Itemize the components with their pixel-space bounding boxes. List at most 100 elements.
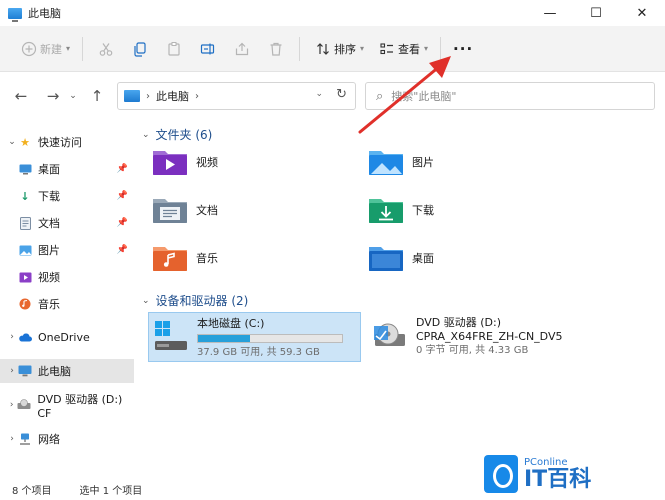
videos-folder-icon [152, 147, 188, 177]
dvd-drive-icon [372, 318, 408, 354]
drive-name: DVD 驱动器 (D:) [416, 316, 502, 329]
drives-group-title: 设备和驱动器 (2) [155, 294, 249, 308]
view-button[interactable]: 查看 ▾ [370, 33, 434, 65]
sidebar-item-label: 音乐 [38, 298, 60, 311]
pconline-watermark: PConline IT百科 [484, 452, 660, 496]
sort-button[interactable]: 排序 ▾ [306, 33, 370, 65]
new-button[interactable]: 新建 ▾ [12, 33, 76, 65]
sort-label: 排序 [334, 42, 357, 56]
folder-documents[interactable]: 文档 [152, 190, 352, 230]
folders-group-header[interactable]: ⌄ 文件夹 (6) [142, 126, 212, 143]
video-icon [18, 270, 32, 284]
sidebar-item-downloads[interactable]: ↓ 下载 📌 [0, 184, 134, 208]
cloud-icon [18, 330, 32, 344]
up-button[interactable]: ↑ [84, 83, 110, 109]
folder-pictures[interactable]: 图片 [368, 142, 568, 182]
dvd-drive-icon [17, 398, 31, 412]
chevron-down-icon[interactable]: ⌄ [6, 137, 18, 147]
chevron-down-icon[interactable]: ⌄ [315, 89, 323, 99]
sidebar-item-onedrive[interactable]: › OneDrive [0, 325, 134, 349]
drive-d[interactable]: DVD 驱动器 (D:) CPRA_X64FRE_ZH-CN_DV5 0 字节 … [368, 312, 588, 362]
share-icon [231, 38, 253, 60]
search-icon: ⌕ [376, 88, 384, 104]
refresh-icon[interactable]: ↻ [336, 87, 347, 102]
pin-icon: 📌 [116, 218, 128, 228]
folders-group-title: 文件夹 (6) [155, 128, 213, 142]
paste-button[interactable] [157, 33, 191, 65]
sidebar-item-pictures[interactable]: 图片 📌 [0, 238, 134, 262]
drives-group-header[interactable]: ⌄ 设备和驱动器 (2) [142, 292, 248, 309]
sort-icon [312, 38, 334, 60]
view-layout-icon [376, 38, 398, 60]
arrow-left-icon: ← [14, 87, 28, 105]
folder-videos[interactable]: 视频 [152, 142, 352, 182]
sidebar-item-label: 桌面 [38, 163, 60, 176]
search-input[interactable]: ⌕ 搜索"此电脑" [365, 82, 655, 110]
pictures-folder-icon [368, 147, 404, 177]
chevron-right-icon[interactable]: › [195, 91, 199, 102]
folder-desktop[interactable]: 桌面 [368, 238, 568, 278]
separator [440, 36, 442, 61]
arrow-up-icon: ↑ [90, 87, 104, 105]
pin-icon: 📌 [116, 164, 128, 174]
content-pane: ⌄ 文件夹 (6) 视频 图片 文档 下载 音乐 桌面 ⌄ 设备和驱动器 (2)… [134, 120, 665, 478]
desktop-folder-icon [368, 243, 404, 273]
drive-c[interactable]: 本地磁盘 (C:) 37.9 GB 可用, 共 59.3 GB [148, 312, 361, 362]
watermark-site: PConline [524, 456, 568, 468]
close-button[interactable]: ✕ [619, 0, 665, 26]
sidebar-item-network[interactable]: › 网络 [0, 427, 134, 451]
more-options-button[interactable]: ··· [447, 33, 479, 65]
this-pc-icon [124, 90, 140, 102]
sidebar-item-desktop[interactable]: 桌面 📌 [0, 157, 134, 181]
trash-icon [265, 38, 287, 60]
back-button[interactable]: ← [8, 83, 34, 109]
sidebar-item-this-pc[interactable]: › 此电脑 [0, 359, 134, 383]
view-label: 查看 [398, 42, 421, 56]
forward-button[interactable]: → [40, 83, 66, 109]
sidebar-item-quick-access[interactable]: ⌄ ★ 快速访问 [0, 130, 134, 154]
drive-name: 本地磁盘 (C:) [197, 317, 265, 330]
chevron-down-icon[interactable]: ⌄ [142, 296, 150, 306]
minimize-button[interactable]: — [527, 0, 573, 26]
chevron-down-icon[interactable]: ⌄ [142, 130, 150, 140]
this-pc-app-icon [8, 7, 22, 22]
chevron-right-icon[interactable]: › [6, 434, 18, 444]
sidebar-item-dvd-drive[interactable]: › DVD 驱动器 (D:) CF [0, 393, 134, 420]
sidebar-item-music[interactable]: 音乐 [0, 292, 134, 316]
share-button[interactable] [225, 33, 259, 65]
address-bar[interactable]: › 此电脑 › ⌄ ↻ [117, 82, 356, 110]
arrow-right-icon: → [46, 87, 60, 105]
chevron-down-icon: ▾ [66, 44, 71, 53]
folder-music[interactable]: 音乐 [152, 238, 352, 278]
delete-button[interactable] [259, 33, 293, 65]
folder-label: 下载 [412, 204, 434, 217]
cut-button[interactable] [89, 33, 123, 65]
more-dots-icon: ··· [453, 39, 474, 58]
copy-button[interactable] [123, 33, 157, 65]
sidebar-item-label: 视频 [38, 271, 60, 284]
sidebar-item-label: 此电脑 [38, 365, 71, 378]
rename-button[interactable] [191, 33, 225, 65]
breadcrumb-this-pc[interactable]: 此电脑 [156, 88, 189, 104]
star-icon: ★ [20, 135, 30, 149]
documents-folder-icon [152, 195, 188, 225]
sidebar-item-label: 快速访问 [38, 136, 82, 149]
folder-downloads[interactable]: 下载 [368, 190, 568, 230]
chevron-right-icon[interactable]: › [6, 400, 17, 410]
network-icon [18, 432, 32, 446]
sidebar-item-videos[interactable]: 视频 [0, 265, 134, 289]
sidebar-item-label: 图片 [38, 244, 60, 257]
window-title: 此电脑 [28, 7, 61, 20]
picture-icon [18, 243, 32, 257]
drive-free-space: 37.9 GB 可用, 共 59.3 GB [197, 347, 320, 358]
rename-icon [197, 38, 219, 60]
folder-label: 音乐 [196, 252, 218, 265]
chevron-down-icon: ⌄ [69, 91, 77, 101]
chevron-right-icon[interactable]: › [6, 332, 18, 342]
recent-locations-button[interactable]: ⌄ [66, 83, 80, 109]
watermark-brand: IT百科 [524, 466, 592, 492]
folder-label: 文档 [196, 204, 218, 217]
maximize-button[interactable]: ☐ [573, 0, 619, 26]
sidebar-item-documents[interactable]: 文档 📌 [0, 211, 134, 235]
chevron-right-icon[interactable]: › [6, 366, 18, 376]
